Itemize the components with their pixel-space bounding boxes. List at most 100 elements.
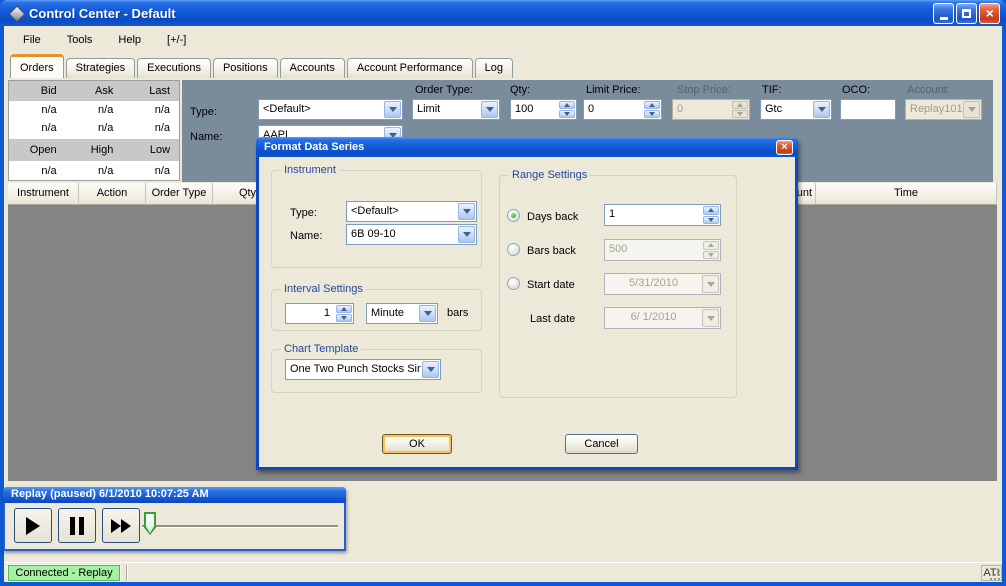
tif-combo[interactable]: Gtc	[760, 99, 832, 120]
chevron-down-icon[interactable]	[419, 305, 436, 322]
stop-price-label: Stop Price:	[677, 84, 731, 96]
dialog-close-button[interactable]: ×	[776, 139, 793, 155]
replay-slider-track[interactable]	[142, 525, 338, 528]
format-data-series-dialog: Format Data Series × Instrument Type: <D…	[256, 137, 798, 470]
dialog-titlebar[interactable]: Format Data Series ×	[256, 137, 798, 157]
fast-forward-icon	[111, 518, 131, 533]
market-header-row: Bid Ask Last	[9, 81, 179, 101]
chevron-down-icon[interactable]	[458, 203, 475, 220]
menu-plus-minus[interactable]: [+/-]	[156, 31, 197, 49]
instrument-type-label: Type:	[190, 106, 217, 118]
play-icon	[26, 516, 40, 535]
spin-down-icon[interactable]	[703, 215, 719, 224]
replay-window: Replay (paused) 6/1/2010 10:07:25 AM	[3, 487, 346, 551]
window-title: Control Center - Default	[29, 5, 176, 21]
oco-input[interactable]	[840, 99, 896, 120]
tab-strategies[interactable]: Strategies	[65, 58, 136, 78]
menu-help[interactable]: Help	[107, 31, 152, 49]
start-date-value: 5/31/2010	[629, 277, 678, 289]
tab-orders[interactable]: Orders	[10, 54, 64, 78]
menu-file[interactable]: File	[12, 31, 52, 49]
menubar: File Tools Help [+/-]	[4, 26, 1002, 53]
spin-down-icon[interactable]	[644, 110, 660, 118]
start-date-label: Start date	[527, 279, 575, 291]
play-button[interactable]	[14, 508, 52, 543]
last-value: n/a	[154, 104, 171, 116]
chevron-down-icon[interactable]	[422, 361, 439, 378]
tabstrip: Orders Strategies Executions Positions A…	[4, 53, 1002, 78]
chevron-down-icon[interactable]	[813, 101, 830, 118]
maximize-button[interactable]	[956, 2, 977, 24]
chevron-down-icon[interactable]	[481, 101, 498, 118]
market-row: n/a n/a n/a	[9, 161, 179, 181]
spin-down-icon[interactable]	[559, 110, 575, 118]
spin-up-icon[interactable]	[336, 305, 352, 313]
ok-button[interactable]: OK	[382, 434, 452, 454]
col-bid: Bid	[40, 85, 57, 97]
days-back-radio[interactable]	[507, 209, 520, 222]
high-value: n/a	[98, 165, 114, 177]
titlebar[interactable]: Control Center - Default ×	[0, 0, 1006, 26]
orders-col-instrument[interactable]: Instrument	[8, 183, 79, 205]
bars-back-radio[interactable]	[507, 243, 520, 256]
limit-price-value: 0	[588, 103, 595, 115]
spin-up-icon[interactable]	[644, 101, 660, 109]
minimize-button[interactable]	[933, 2, 954, 24]
chevron-down-icon[interactable]	[384, 101, 401, 118]
col-last: Last	[149, 85, 171, 97]
interval-value: 1	[323, 307, 330, 319]
oco-value	[841, 100, 895, 119]
spin-up-icon[interactable]	[703, 206, 719, 215]
tab-accounts[interactable]: Accounts	[279, 58, 345, 78]
spin-down-icon	[703, 250, 719, 259]
interval-value-stepper[interactable]: 1	[285, 303, 354, 324]
limit-price-stepper[interactable]: 0	[583, 99, 662, 120]
start-date-radio[interactable]	[507, 277, 520, 290]
orders-col-order-type[interactable]: Order Type	[146, 183, 213, 205]
replay-body	[5, 503, 344, 549]
dlg-type-combo[interactable]: <Default>	[346, 201, 477, 222]
minimize-icon	[939, 16, 948, 20]
dlg-name-label: Name:	[290, 230, 323, 242]
last-value: n/a	[154, 122, 171, 134]
bars-back-value: 500	[609, 243, 628, 255]
fast-forward-button[interactable]	[102, 508, 140, 543]
resize-grip-icon[interactable]	[989, 569, 1001, 581]
chart-template-combo[interactable]: One Two Punch Stocks Sin	[285, 359, 441, 380]
interval-unit-value: Minute	[371, 307, 405, 319]
tab-log[interactable]: Log	[474, 58, 513, 78]
bid-value: n/a	[41, 104, 57, 116]
market-data-grid: Bid Ask Last n/a n/a n/a n/a n/a n/a Ope…	[8, 80, 180, 181]
dlg-type-value: <Default>	[351, 205, 399, 217]
last-date-value: 6/ 1/2010	[630, 311, 677, 323]
days-back-stepper[interactable]: 1	[604, 204, 721, 226]
order-type-combo[interactable]: Limit	[412, 99, 500, 120]
close-button[interactable]: ×	[979, 2, 1000, 24]
statusbar: Connected - Replay ATI	[4, 562, 1002, 582]
spin-down-icon[interactable]	[336, 314, 352, 322]
orders-col-time[interactable]: Time	[816, 183, 997, 205]
replay-slider-thumb[interactable]	[144, 512, 156, 535]
orders-col-action[interactable]: Action	[79, 183, 146, 205]
dlg-name-value: 6B 09-10	[351, 228, 396, 240]
control-center-window: Control Center - Default × File Tools He…	[0, 0, 1006, 586]
last-date-label: Last date	[530, 313, 576, 325]
chart-template-value: One Two Punch Stocks Sin	[290, 363, 421, 375]
replay-titlebar[interactable]: Replay (paused) 6/1/2010 10:07:25 AM	[3, 487, 346, 503]
dlg-name-combo[interactable]: 6B 09-10	[346, 224, 477, 245]
chevron-down-icon[interactable]	[458, 226, 475, 243]
interval-unit-combo[interactable]: Minute	[366, 303, 438, 324]
tab-account-performance[interactable]: Account Performance	[346, 58, 473, 78]
account-combo: Replay101	[905, 99, 982, 120]
cancel-button[interactable]: Cancel	[565, 434, 638, 454]
menu-tools[interactable]: Tools	[56, 31, 104, 49]
open-value: n/a	[41, 165, 57, 177]
close-icon: ×	[985, 5, 994, 21]
tab-positions[interactable]: Positions	[212, 58, 278, 78]
instrument-group-label: Instrument	[281, 164, 339, 176]
instrument-type-combo[interactable]: <Default>	[258, 99, 403, 120]
spin-up-icon[interactable]	[559, 101, 575, 109]
qty-stepper[interactable]: 100	[510, 99, 577, 120]
tab-executions[interactable]: Executions	[137, 58, 211, 78]
pause-button[interactable]	[58, 508, 96, 543]
